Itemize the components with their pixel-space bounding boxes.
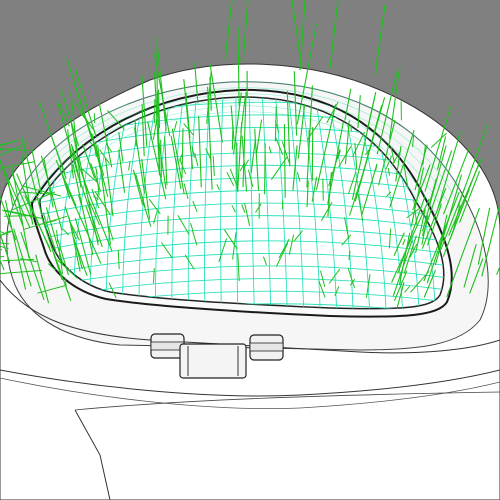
hinge-center-plate [179, 343, 247, 379]
scene-canvas[interactable] [0, 0, 500, 500]
normal-vector [231, 124, 234, 150]
normal-vector [322, 178, 324, 201]
hinge-right-knuckle-band [249, 342, 284, 352]
hinge-left-knuckle-band [150, 341, 185, 351]
3d-viewport[interactable] [0, 0, 500, 500]
normal-vector [264, 143, 266, 195]
